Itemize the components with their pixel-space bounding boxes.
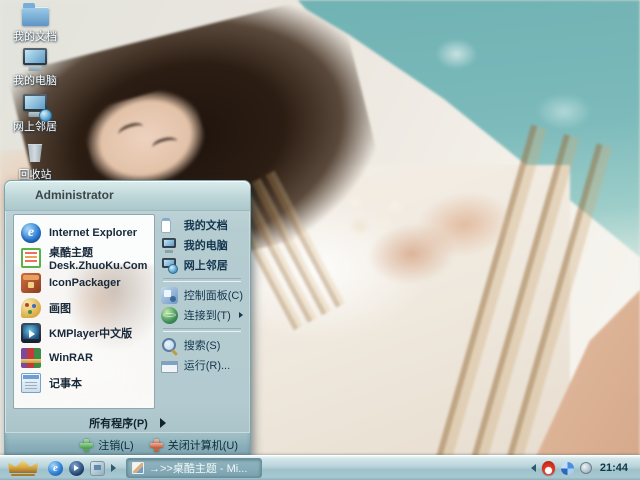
desktop-screen: 我的文档 我的电脑 网上邻居 回收站 Administrator Interne… [0,0,640,480]
start-menu: Administrator Internet Explorer 桌酷主题Desk… [4,180,251,457]
notepad-icon [21,372,41,393]
quick-launch-ie-icon[interactable] [48,460,63,476]
start-crown-base [11,474,35,476]
wallpaper-flowers [330,178,430,258]
search-icon [161,337,178,354]
submenu-arrow-icon [239,312,243,318]
shut-down-label: 关闭计算机(U) [167,440,238,452]
menu-item-label: 控制面板(C) [183,290,243,302]
my-computer-icon [6,46,64,73]
network-places-icon [6,92,64,122]
start-menu-item-my-documents[interactable]: 我的文档 [160,215,243,235]
my-documents-icon [160,217,178,234]
task-window-icon [132,462,144,474]
menu-separator [162,328,241,332]
tray-utility-icon[interactable] [579,462,592,474]
menu-item-label: Internet Explorer [49,226,138,239]
start-menu-footer: 注销(L) 关闭计算机(U) [5,432,250,457]
connect-to-icon [160,306,178,324]
iconpackager-icon [21,272,41,293]
tray-qq-icon[interactable] [541,461,555,475]
menu-item-label: 运行(R)... [183,360,231,372]
system-tray: 21:44 [527,461,640,475]
task-button-label: →>>桌酷主题 - Mi... [149,463,248,475]
start-menu-body: Internet Explorer 桌酷主题Desk.ZhuoKu.Com Ic… [5,212,250,411]
menu-item-label: WinRAR [49,351,93,364]
tray-messenger-icon[interactable] [560,461,574,475]
menu-item-label: 记事本 [49,377,82,390]
quick-launch-bar [46,460,122,476]
shut-down-button[interactable]: 关闭计算机(U) [149,437,238,453]
quick-launch-media-player-icon[interactable] [69,460,84,476]
log-off-label: 注销(L) [98,440,134,452]
start-menu-user-banner: Administrator [5,181,250,211]
start-menu-item-winrar[interactable]: WinRAR [14,345,154,370]
start-menu-item-kmplayer[interactable]: KMPlayer中文版 [14,320,154,345]
all-programs-label: 所有程序(P) [89,417,148,430]
log-off-button[interactable]: 注销(L) [80,437,134,453]
log-off-icon [80,438,94,452]
menu-item-label: 我的电脑 [183,240,228,252]
desktop-icon-label: 网上邻居 [13,121,57,133]
start-menu-item-run[interactable]: 运行(R)... [160,355,243,375]
all-programs-arrow-icon [159,417,166,428]
start-crown-icon [8,460,38,473]
zhuoku-theme-icon [21,247,41,268]
my-computer-icon [161,237,178,254]
desktop-icon-recycle-bin[interactable]: 回收站 [6,140,64,181]
menu-item-label: 我的文档 [183,220,228,232]
shut-down-icon [149,438,163,452]
internet-explorer-icon [21,222,41,243]
quick-launch-show-desktop-icon[interactable] [90,460,105,476]
menu-item-label: IconPackager [49,276,121,289]
menu-item-label: 画图 [49,302,71,315]
start-menu-item-connect-to[interactable]: 连接到(T) [160,305,243,325]
start-menu-places-list: 我的文档 我的电脑 网上邻居 控制面板(C) 连接到(T) 搜索(S) 运行(R… [159,214,245,409]
user-name: Administrator [35,188,114,202]
desktop-icon-my-documents[interactable]: 我的文档 [6,2,64,43]
taskbar-task-button[interactable]: →>>桌酷主题 - Mi... [126,458,262,478]
winrar-icon [21,347,41,368]
recycle-bin-icon [6,140,64,167]
desktop-icon-label: 我的电脑 [13,75,57,87]
kmplayer-icon [21,322,41,343]
my-documents-icon [6,2,64,29]
start-button[interactable] [0,456,46,480]
paint-icon [21,297,41,318]
menu-item-label: 桌酷主题Desk.ZhuoKu.Com [49,246,148,272]
start-menu-item-notepad[interactable]: 记事本 [14,370,154,395]
start-menu-item-network-places[interactable]: 网上邻居 [161,255,243,275]
taskbar: →>>桌酷主题 - Mi... 21:44 [0,455,640,480]
run-icon [160,357,178,374]
menu-item-label: 搜索(S) [183,340,221,352]
taskbar-clock[interactable]: 21:44 [598,462,632,474]
start-menu-item-control-panel[interactable]: 控制面板(C) [160,285,243,305]
start-menu-item-my-computer[interactable]: 我的电脑 [161,235,243,255]
start-menu-pinned-list: Internet Explorer 桌酷主题Desk.ZhuoKu.Com Ic… [13,214,155,409]
quick-launch-overflow-chevron-icon[interactable] [111,464,116,472]
start-menu-item-internet-explorer[interactable]: Internet Explorer [14,220,154,245]
menu-item-label: KMPlayer中文版 [49,327,133,340]
start-menu-item-iconpackager[interactable]: IconPackager [14,270,154,295]
control-panel-icon [160,286,178,304]
start-menu-item-paint[interactable]: 画图 [14,295,154,320]
desktop-icon-network-places[interactable]: 网上邻居 [6,92,64,133]
start-menu-item-zhuoku-theme[interactable]: 桌酷主题Desk.ZhuoKu.Com [14,245,154,272]
tray-collapse-chevron-icon[interactable] [530,464,536,472]
menu-separator [162,278,241,282]
menu-item-label: 连接到(T) [183,310,231,322]
all-programs-button[interactable]: 所有程序(P) [5,412,250,433]
desktop-icon-my-computer[interactable]: 我的电脑 [6,46,64,87]
desktop-icon-label: 我的文档 [13,31,57,43]
menu-item-label: 网上邻居 [183,260,228,272]
network-places-icon [161,257,178,274]
start-menu-item-search[interactable]: 搜索(S) [161,335,243,355]
